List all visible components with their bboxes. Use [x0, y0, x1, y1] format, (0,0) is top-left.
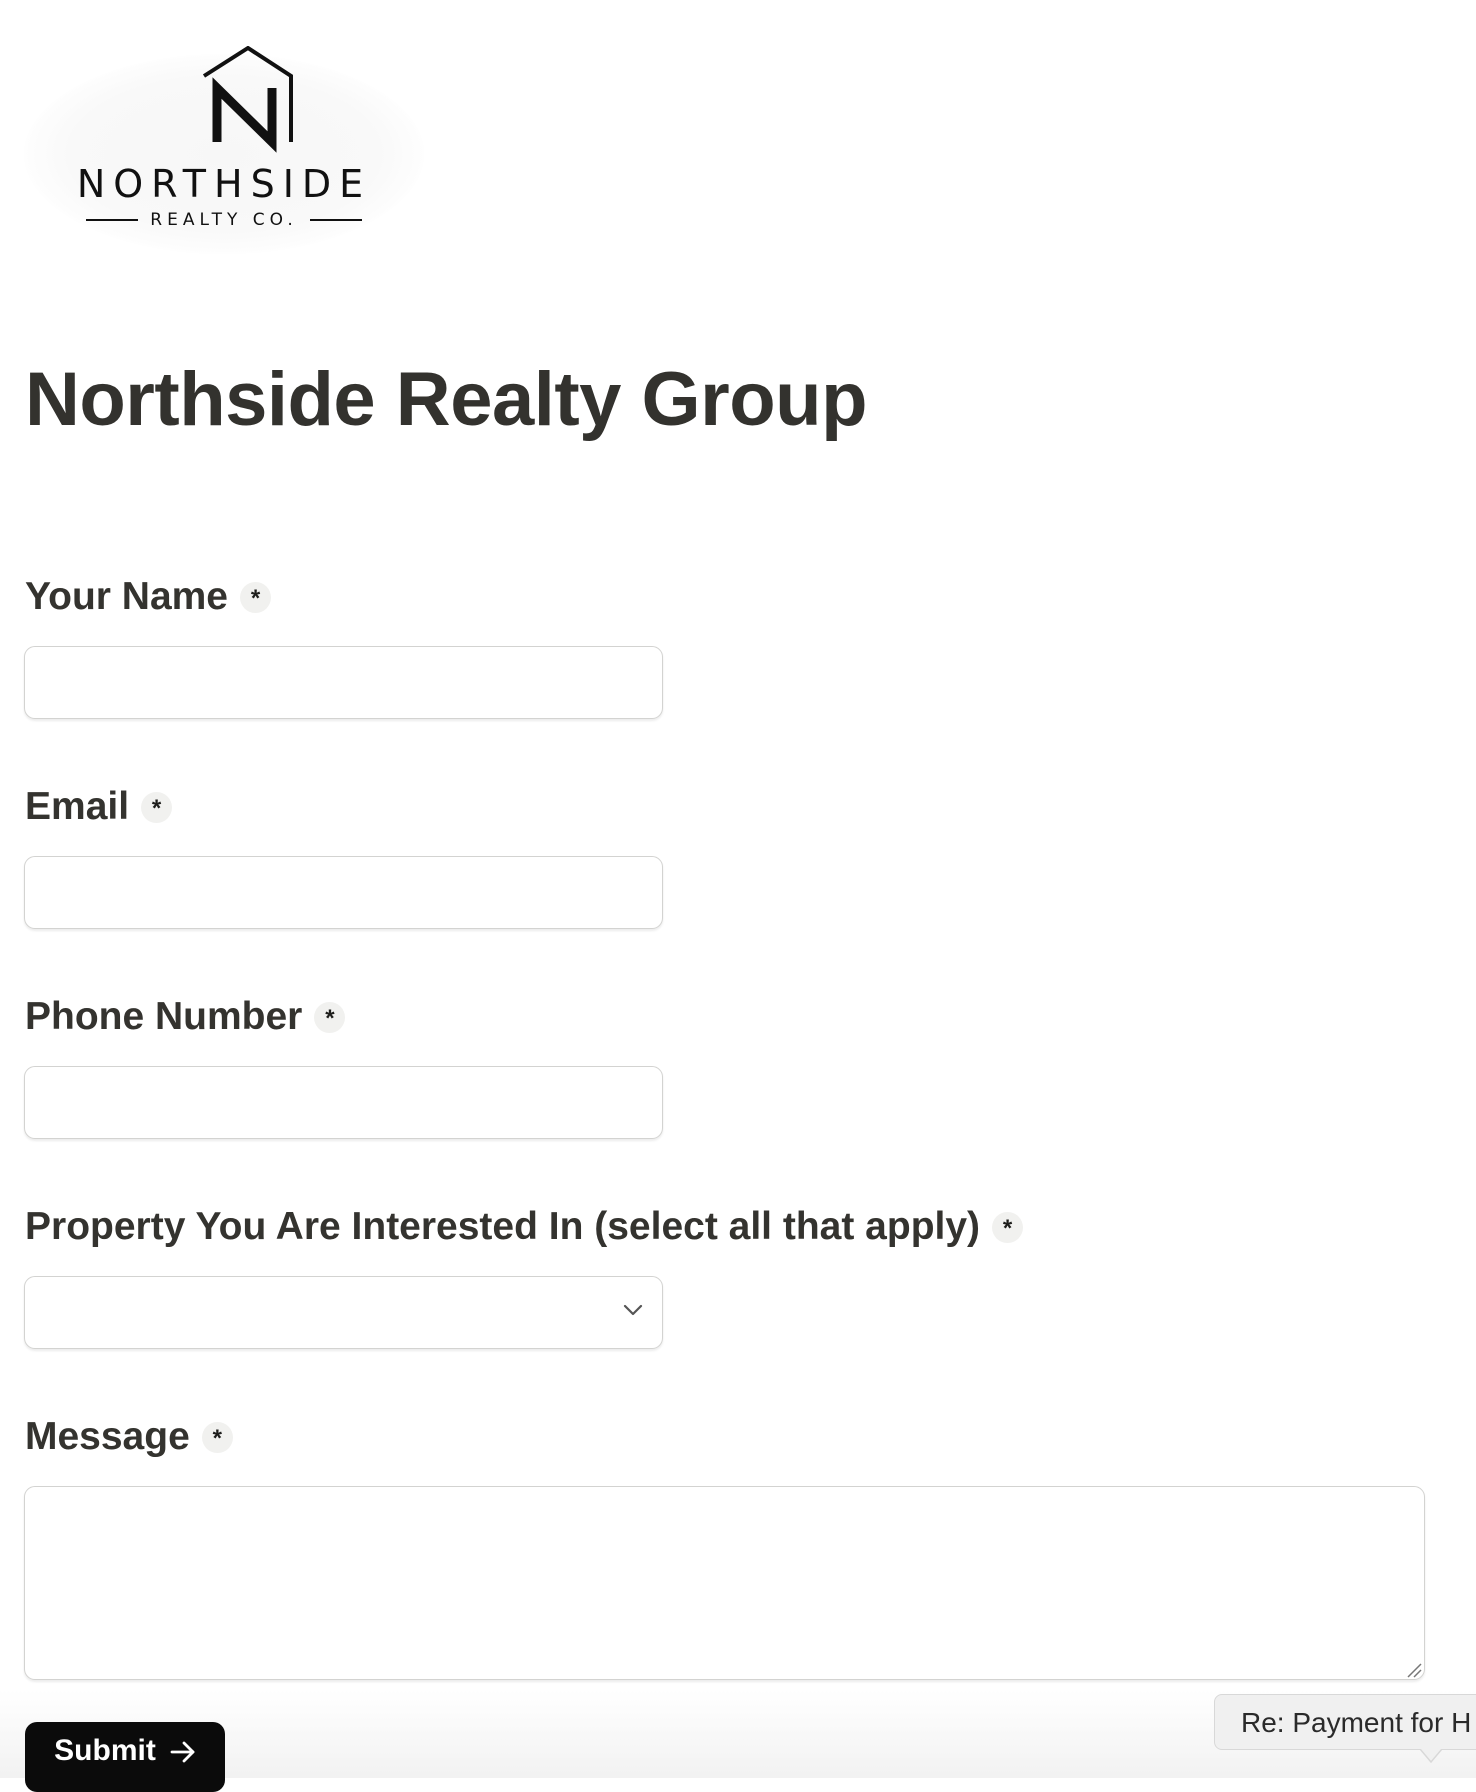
- message-label-text: Message: [25, 1415, 190, 1458]
- page-title: Northside Realty Group: [25, 357, 868, 442]
- phone-label: Phone Number *: [25, 993, 346, 1041]
- name-label: Your Name *: [25, 573, 271, 621]
- property-select[interactable]: [24, 1276, 663, 1349]
- required-indicator: *: [201, 1421, 233, 1453]
- required-indicator: *: [314, 1001, 346, 1033]
- email-input[interactable]: [24, 856, 663, 929]
- submit-label: Submit: [54, 1734, 156, 1767]
- tooltip-tail: [1420, 1749, 1442, 1763]
- name-label-text: Your Name: [25, 575, 228, 618]
- message-textarea[interactable]: [24, 1486, 1425, 1680]
- chevron-down-icon: [623, 1304, 643, 1316]
- company-logo: NORTHSIDE REALTY CO.: [24, 46, 424, 256]
- email-label-text: Email: [25, 785, 130, 828]
- logo-rule-left: [86, 219, 139, 221]
- required-indicator: *: [240, 581, 271, 613]
- logo-rule-right: [309, 219, 362, 221]
- submit-button[interactable]: Submit: [25, 1722, 225, 1792]
- required-indicator: *: [992, 1211, 1024, 1243]
- phone-input[interactable]: [24, 1066, 663, 1139]
- resize-handle-icon[interactable]: [1406, 1662, 1422, 1678]
- house-n-logo-icon: [202, 46, 293, 153]
- required-indicator: *: [141, 791, 173, 823]
- link-tooltip: Re: Payment for H: [1214, 1694, 1476, 1750]
- phone-label-text: Phone Number: [25, 995, 303, 1038]
- logo-wordmark: NORTHSIDE: [76, 162, 372, 206]
- property-label-text: Property You Are Interested In (select a…: [25, 1205, 981, 1248]
- name-input[interactable]: [24, 646, 663, 719]
- property-label: Property You Are Interested In (select a…: [25, 1203, 1024, 1251]
- message-label: Message *: [25, 1413, 233, 1461]
- logo-subtitle: REALTY CO.: [150, 210, 298, 230]
- logo-subtitle-row: REALTY CO.: [24, 210, 424, 230]
- email-label: Email *: [25, 783, 173, 831]
- arrow-right-icon: [170, 1741, 195, 1763]
